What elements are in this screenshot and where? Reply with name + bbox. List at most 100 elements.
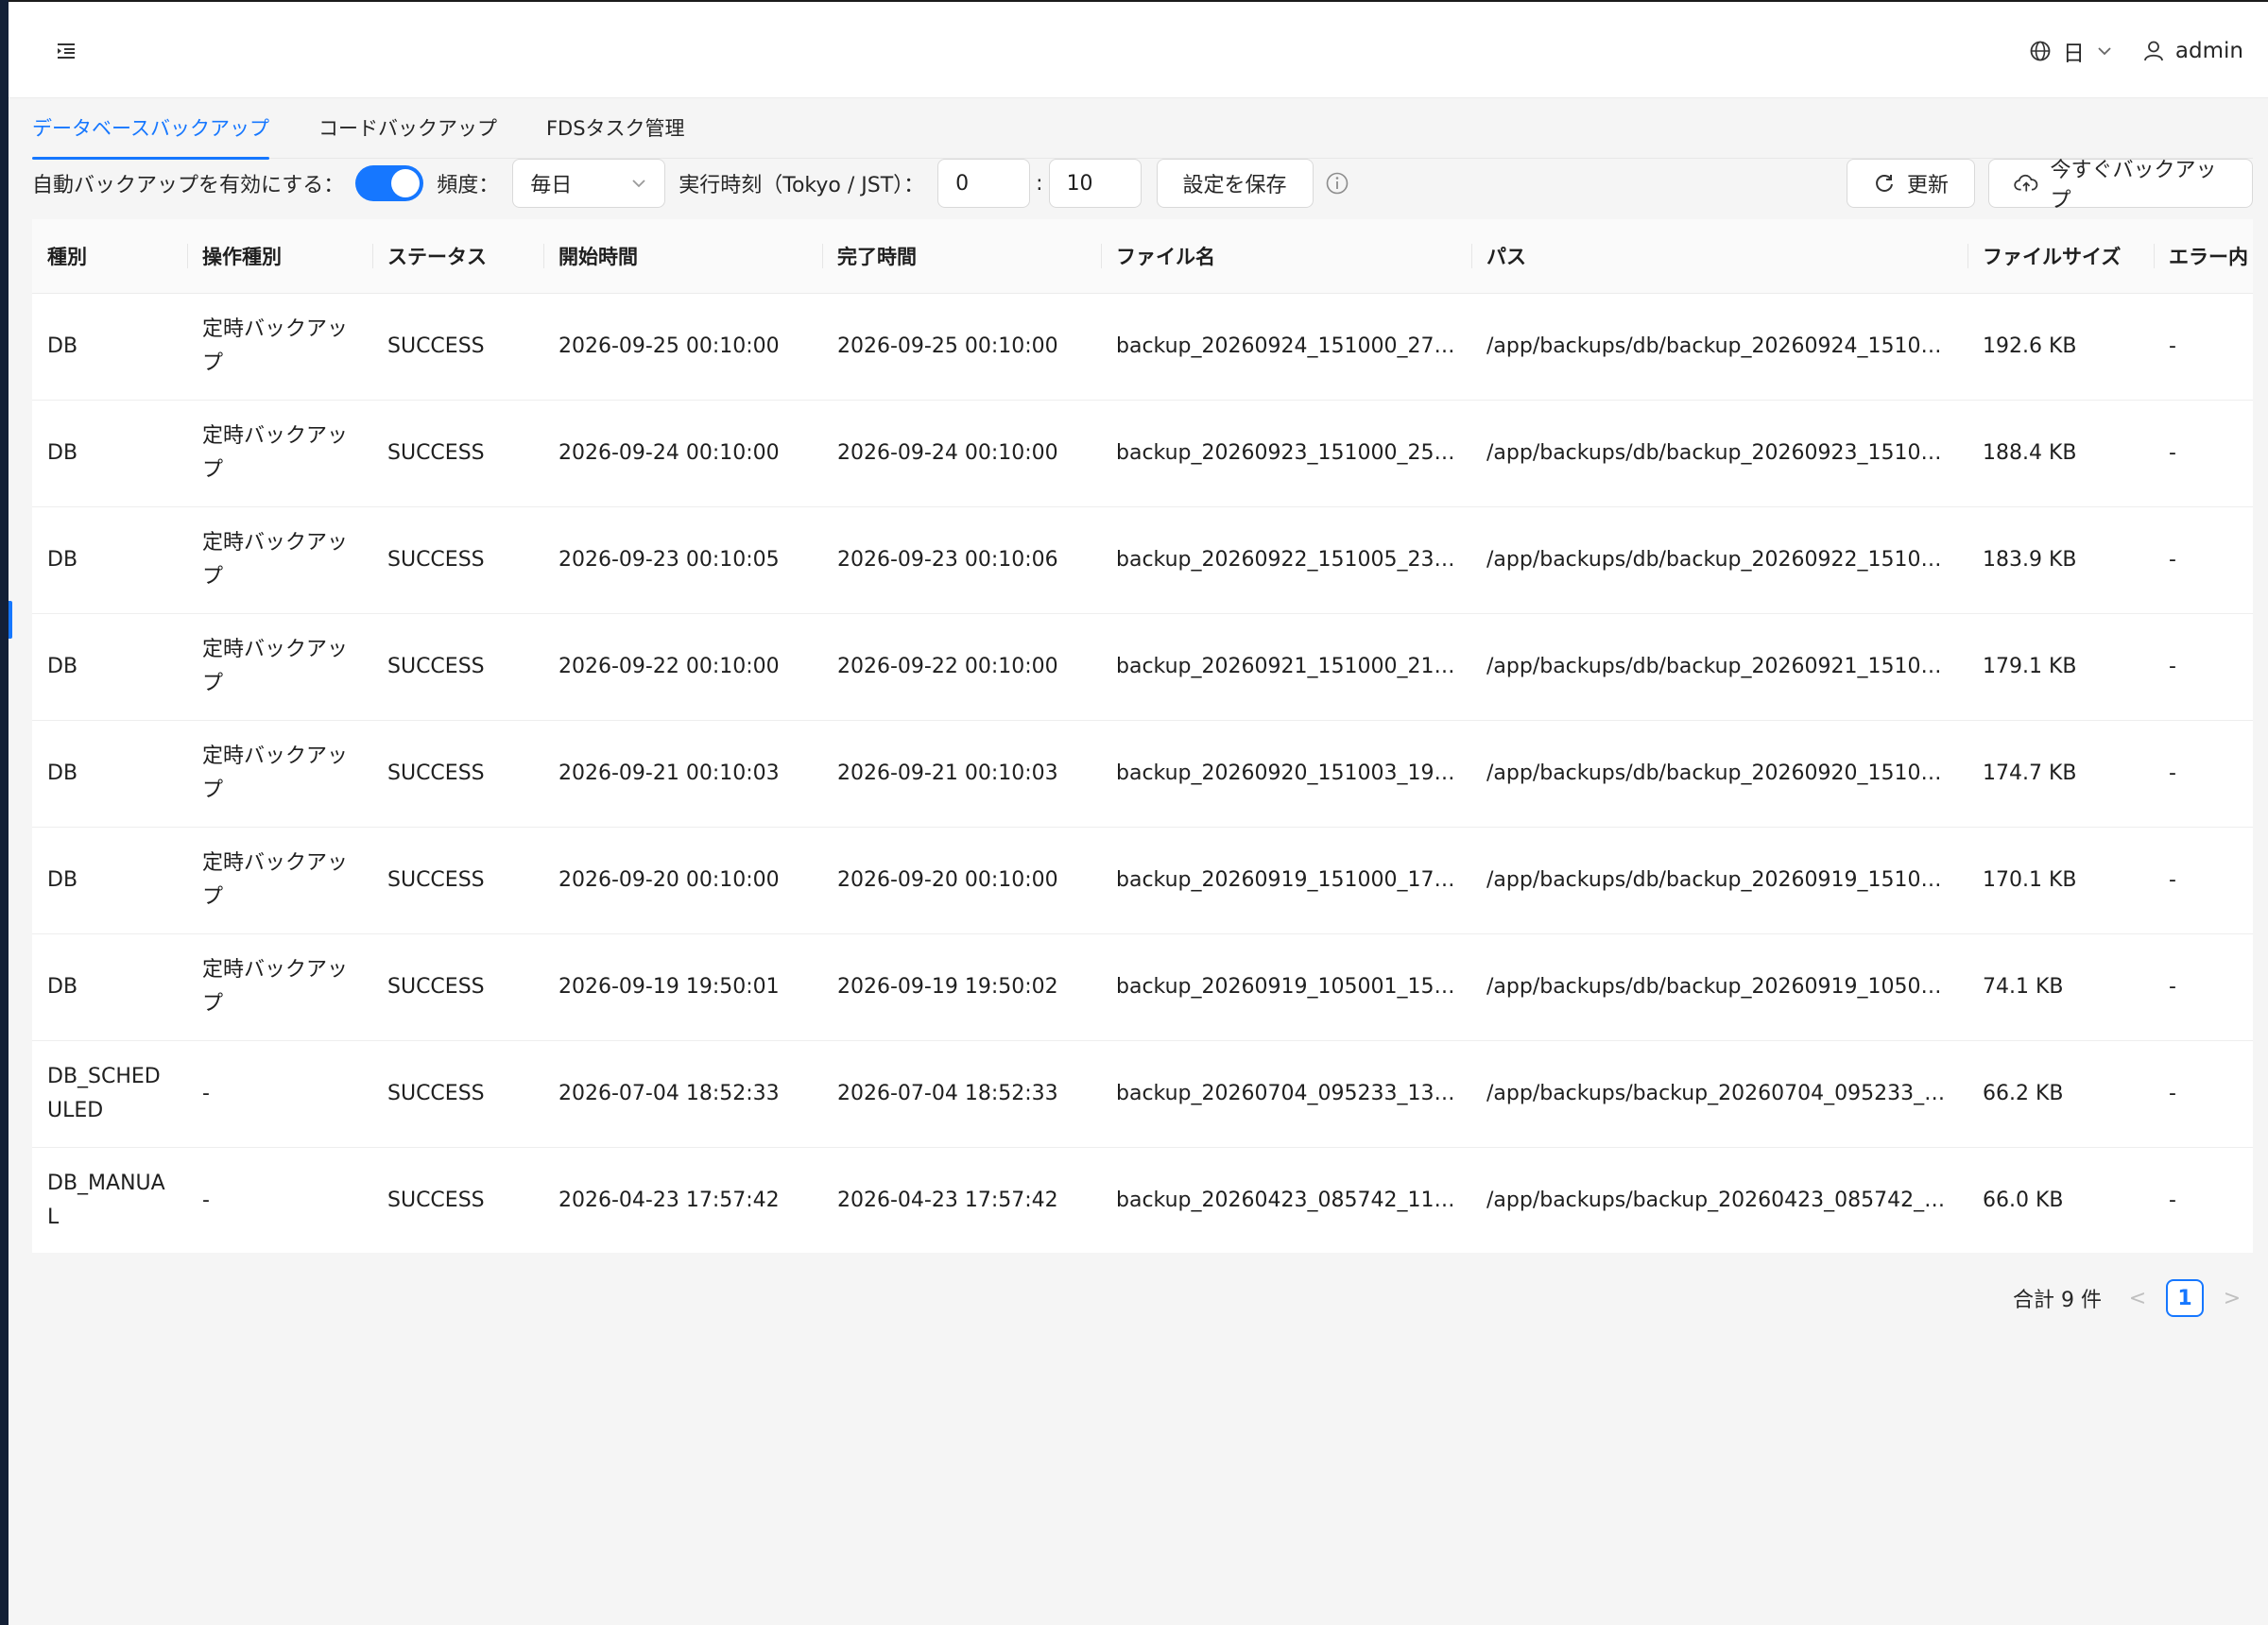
column-header-end-time[interactable]: 完了時間 <box>822 219 1101 294</box>
path-cell: /app/backups/db/backup_20260921_151000..… <box>1471 613 1967 721</box>
path-cell: /app/backups/db/backup_20260919_151000..… <box>1471 827 1967 934</box>
cloud-upload-icon <box>2014 174 2038 192</box>
file-size-cell: 66.2 KB <box>1967 1040 2154 1148</box>
operation-cell: - <box>187 1040 372 1148</box>
type-cell: DB <box>32 400 187 507</box>
column-header-error[interactable]: エラー内 <box>2154 219 2253 294</box>
path-cell: /app/backups/db/backup_20260920_151003..… <box>1471 720 1967 828</box>
column-header-filename[interactable]: ファイル名 <box>1101 219 1471 294</box>
tab-database-backup[interactable]: データベースバックアップ <box>32 98 269 160</box>
status-cell: SUCCESS <box>372 827 543 934</box>
column-header-start-time[interactable]: 開始時間 <box>543 219 822 294</box>
info-icon[interactable] <box>1325 171 1349 196</box>
next-page-button[interactable]: > <box>2221 1287 2243 1310</box>
frequency-select[interactable]: 毎日 <box>512 159 666 208</box>
app-window: 日 admin データベースバックアップ コードバックアップ FDSタスク管理 … <box>9 0 2268 1625</box>
frequency-value: 毎日 <box>530 174 573 197</box>
filename-cell: backup_20260704_095233_13.... <box>1101 1040 1471 1148</box>
filename-cell: backup_20260924_151000_27.t... <box>1101 293 1471 401</box>
end-time-cell: 2026-09-19 19:50:02 <box>822 933 1101 1041</box>
filename-cell: backup_20260919_151000_17.ta... <box>1101 827 1471 934</box>
file-size-cell: 183.9 KB <box>1967 506 2154 614</box>
backup-now-button[interactable]: 今すぐバックアップ <box>1988 159 2253 213</box>
status-cell: SUCCESS <box>372 293 543 401</box>
end-time-cell: 2026-09-23 00:10:06 <box>822 506 1101 614</box>
pagination: 合計 9 件 < 1 > <box>2013 1277 2243 1319</box>
type-cell: DB_MANUAL <box>32 1147 187 1253</box>
table-row[interactable]: DB 定時バックアップ SUCCESS 2026-09-25 00:10:00 2026… <box>32 293 2253 401</box>
column-header-file-size[interactable]: ファイルサイズ <box>1967 219 2154 294</box>
error-cell: - <box>2154 400 2253 507</box>
prev-page-button[interactable]: < <box>2126 1287 2149 1310</box>
start-time-cell: 2026-09-21 00:10:03 <box>543 720 822 828</box>
tab-bar: データベースバックアップ コードバックアップ FDSタスク管理 <box>32 98 2253 160</box>
error-cell: - <box>2154 506 2253 614</box>
language-selector[interactable]: 日 <box>2029 35 2113 67</box>
file-size-cell: 74.1 KB <box>1967 933 2154 1041</box>
filename-cell: backup_20260922_151005_23.t... <box>1101 506 1471 614</box>
operation-cell: - <box>187 1147 372 1253</box>
path-cell: /app/backups/db/backup_20260919_105001..… <box>1471 933 1967 1041</box>
time-label: 実行時刻（Tokyo / JST）： <box>679 174 925 197</box>
save-settings-button[interactable]: 設定を保存 <box>1156 159 1314 208</box>
hour-input[interactable] <box>937 159 1031 208</box>
type-cell: DB_SCHEDULED <box>32 1040 187 1148</box>
table-row[interactable]: DB 定時バックアップ SUCCESS 2026-09-22 00:10:00 2026… <box>32 613 2253 721</box>
backup-now-label: 今すぐバックアップ <box>2050 159 2217 213</box>
column-header-status[interactable]: ステータス <box>372 219 543 294</box>
end-time-cell: 2026-04-23 17:57:42 <box>822 1147 1101 1253</box>
table-row[interactable]: DB 定時バックアップ SUCCESS 2026-09-24 00:10:00 2026… <box>32 400 2253 507</box>
column-header-type[interactable]: 種別 <box>32 219 187 294</box>
user-menu[interactable]: admin <box>2143 39 2243 63</box>
column-header-operation[interactable]: 操作種別 <box>187 219 372 294</box>
operation-cell: 定時バックアップ <box>187 506 372 614</box>
language-label: 日 <box>2062 42 2085 66</box>
globe-icon <box>2030 41 2051 61</box>
filename-cell: backup_20260919_105001_15.ta... <box>1101 933 1471 1041</box>
error-cell: - <box>2154 933 2253 1041</box>
backup-table: 種別 操作種別 ステータス 開始時間 完了時間 ファイル名 パス ファイルサイズ… <box>32 219 2253 1253</box>
backup-settings-toolbar: 自動バックアップを有効にする： 頻度： 毎日 実行時刻（Tokyo / JST）… <box>32 159 2253 213</box>
tab-code-backup[interactable]: コードバックアップ <box>318 98 497 159</box>
start-time-cell: 2026-09-22 00:10:00 <box>543 613 822 721</box>
type-cell: DB <box>32 613 187 721</box>
end-time-cell: 2026-09-25 00:10:00 <box>822 293 1101 401</box>
type-cell: DB <box>32 506 187 614</box>
type-cell: DB <box>32 933 187 1041</box>
sidebar-active-indicator <box>9 601 12 639</box>
path-cell: /app/backups/db/backup_20260922_151005..… <box>1471 506 1967 614</box>
refresh-button[interactable]: 更新 <box>1847 159 1975 208</box>
status-cell: SUCCESS <box>372 506 543 614</box>
tab-fds-task[interactable]: FDSタスク管理 <box>546 98 685 159</box>
operation-cell: 定時バックアップ <box>187 400 372 507</box>
file-size-cell: 66.0 KB <box>1967 1147 2154 1253</box>
minute-input[interactable] <box>1048 159 1142 208</box>
menu-fold-button[interactable] <box>44 36 88 66</box>
table-row[interactable]: DB 定時バックアップ SUCCESS 2026-09-20 00:10:00 2026… <box>32 827 2253 934</box>
auto-backup-switch[interactable] <box>355 165 424 201</box>
username: admin <box>2174 39 2243 63</box>
table-row[interactable]: DB 定時バックアップ SUCCESS 2026-09-23 00:10:05 2026… <box>32 506 2253 614</box>
status-cell: SUCCESS <box>372 613 543 721</box>
reload-icon <box>1876 175 1893 192</box>
filename-cell: backup_20260921_151000_21.ta... <box>1101 613 1471 721</box>
save-settings-label: 設定を保存 <box>1182 174 1287 197</box>
end-time-cell: 2026-09-20 00:10:00 <box>822 827 1101 934</box>
page-button-1[interactable]: 1 <box>2166 1279 2204 1317</box>
table-row[interactable]: DB_MANUAL - SUCCESS 2026-04-23 17:57:42 2026… <box>32 1147 2253 1253</box>
end-time-cell: 2026-09-24 00:10:00 <box>822 400 1101 507</box>
file-size-cell: 179.1 KB <box>1967 613 2154 721</box>
path-cell: /app/backups/backup_20260423_085742_11..… <box>1471 1147 1967 1253</box>
table-row[interactable]: DB 定時バックアップ SUCCESS 2026-09-19 19:50:01 2026… <box>32 933 2253 1041</box>
operation-cell: 定時バックアップ <box>187 293 372 401</box>
error-cell: - <box>2154 1040 2253 1148</box>
error-cell: - <box>2154 1147 2253 1253</box>
frequency-label: 頻度： <box>437 174 500 197</box>
chevron-down-icon <box>632 180 645 188</box>
end-time-cell: 2026-09-22 00:10:00 <box>822 613 1101 721</box>
table-row[interactable]: DB_SCHEDULED - SUCCESS 2026-07-04 18:52:33 2… <box>32 1040 2253 1148</box>
status-cell: SUCCESS <box>372 1147 543 1253</box>
status-cell: SUCCESS <box>372 1040 543 1148</box>
table-row[interactable]: DB 定時バックアップ SUCCESS 2026-09-21 00:10:03 2026… <box>32 720 2253 828</box>
column-header-path[interactable]: パス <box>1471 219 1967 294</box>
